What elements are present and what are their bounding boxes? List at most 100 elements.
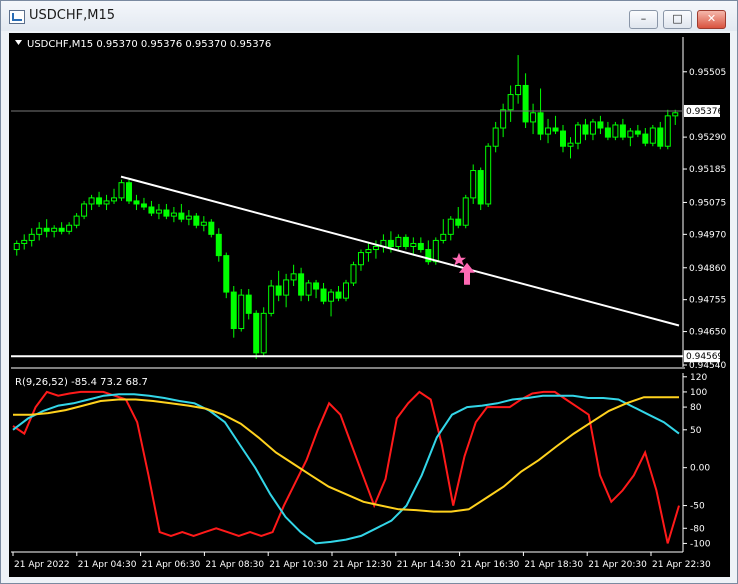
candle-body [133, 200, 140, 205]
candle-body [350, 264, 357, 284]
price-label: 0.95075 [689, 198, 726, 208]
candle-body [43, 227, 50, 232]
price-label: 0.94860 [689, 264, 726, 274]
candle-body [185, 215, 192, 220]
candle-body [118, 182, 125, 199]
candle-body [642, 133, 649, 144]
chart-area[interactable]: USDCHF,M15 0.95370 0.95376 0.95370 0.953… [9, 33, 730, 577]
candle-body [627, 130, 634, 138]
current-price-label: 0.95376 [686, 107, 723, 117]
time-label: 21 Apr 06:30 [142, 560, 201, 570]
candle-body [283, 279, 290, 296]
indicator-scale-label: 120 [690, 373, 707, 383]
candle-body [193, 215, 200, 226]
indicator-scale-label: 100 [690, 388, 707, 398]
candle-body [530, 112, 537, 123]
candle-body [357, 252, 364, 266]
candle-body [140, 203, 147, 208]
candle-body [51, 227, 58, 232]
candle-body [417, 242, 424, 251]
star-marker-icon [452, 252, 466, 266]
candle-body [148, 206, 155, 214]
price-label: 0.94755 [689, 296, 726, 306]
candle-body [320, 288, 327, 302]
candle-body [515, 84, 522, 96]
indicator-scale-label: 80 [690, 403, 702, 413]
candle-body [649, 127, 656, 144]
hline-price-label: 0.94569 [686, 352, 723, 362]
candle-body [604, 127, 611, 138]
indicator-line-red [12, 390, 680, 544]
maximize-button[interactable]: □ [663, 10, 692, 29]
candle-body [238, 294, 245, 330]
candle-body [365, 249, 372, 254]
title-bar[interactable]: USDCHF,M15 – □ ✕ [1, 1, 737, 31]
candle-body [260, 312, 267, 354]
candle-body [253, 312, 260, 354]
indicator-line-yellow [13, 396, 679, 513]
candle-body [462, 197, 469, 226]
chart-window-icon [9, 10, 25, 24]
candle-body [200, 221, 207, 226]
candle-body [335, 291, 342, 299]
candle-body [215, 233, 222, 257]
indicator-header: R(9,26,52) -85.4 73.2 68.7 [15, 377, 148, 388]
candle-body [111, 197, 118, 202]
time-label: 21 Apr 22:30 [652, 560, 711, 570]
candle-body [125, 182, 132, 202]
time-label: 21 Apr 14:30 [397, 560, 456, 570]
candle-body [305, 282, 312, 296]
candle-body [328, 291, 335, 302]
candle-body [73, 215, 80, 226]
window-title: USDCHF,M15 [29, 8, 115, 23]
candle-body [275, 285, 282, 296]
candle-body [298, 273, 305, 296]
price-label: 0.94650 [689, 328, 726, 338]
collapse-triangle-icon[interactable] [15, 40, 22, 45]
time-label: 21 Apr 10:30 [269, 560, 328, 570]
price-label: 0.94540 [689, 361, 726, 371]
candle-body [88, 197, 95, 205]
minimize-button[interactable]: – [629, 10, 658, 29]
candle-body [477, 170, 484, 205]
candle-body [96, 197, 103, 205]
price-label: 0.95505 [689, 68, 726, 78]
candle-body [634, 130, 641, 135]
time-label: 21 Apr 12:30 [333, 560, 392, 570]
candle-body [447, 218, 454, 235]
candle-body [178, 212, 185, 220]
candle-body [223, 255, 230, 293]
trendline[interactable] [120, 175, 680, 327]
main-chart-header: USDCHF,M15 0.95370 0.95376 0.95370 0.953… [27, 39, 271, 50]
candle-body [245, 294, 252, 314]
candle-body [58, 227, 65, 232]
price-label: 0.95185 [689, 165, 726, 175]
indicator-scale-label: -100 [690, 539, 711, 549]
candle-body [155, 209, 162, 214]
candle-body [574, 124, 581, 144]
buy-arrow-icon[interactable] [459, 262, 475, 285]
candle-body [582, 124, 589, 135]
candle-body [290, 273, 297, 281]
indicator-line-cyan [12, 393, 680, 545]
candle-body [619, 124, 626, 138]
indicator-axis: 120 100 80 50 0.00 -50 -80 -100 [683, 373, 711, 549]
time-label: 21 Apr 04:30 [78, 560, 137, 570]
close-button[interactable]: ✕ [697, 10, 726, 29]
chart-canvas[interactable]: USDCHF,M15 0.95370 0.95376 0.95370 0.953… [9, 33, 730, 577]
candles-group [13, 55, 679, 359]
candle-body [170, 212, 177, 217]
candle-body [612, 124, 619, 138]
candle-body [455, 218, 462, 226]
candle-body [567, 142, 574, 147]
candle-body [522, 84, 529, 123]
candle-body [372, 246, 379, 251]
time-label: 21 Apr 18:30 [524, 560, 583, 570]
candle-body [343, 282, 349, 299]
time-label: 21 Apr 20:30 [588, 560, 647, 570]
price-label: 0.95290 [689, 133, 726, 143]
candle-body [485, 145, 492, 205]
time-label: 21 Apr 2022 [14, 560, 70, 570]
candle-body [395, 236, 402, 247]
indicator-scale-label: -50 [690, 502, 705, 512]
